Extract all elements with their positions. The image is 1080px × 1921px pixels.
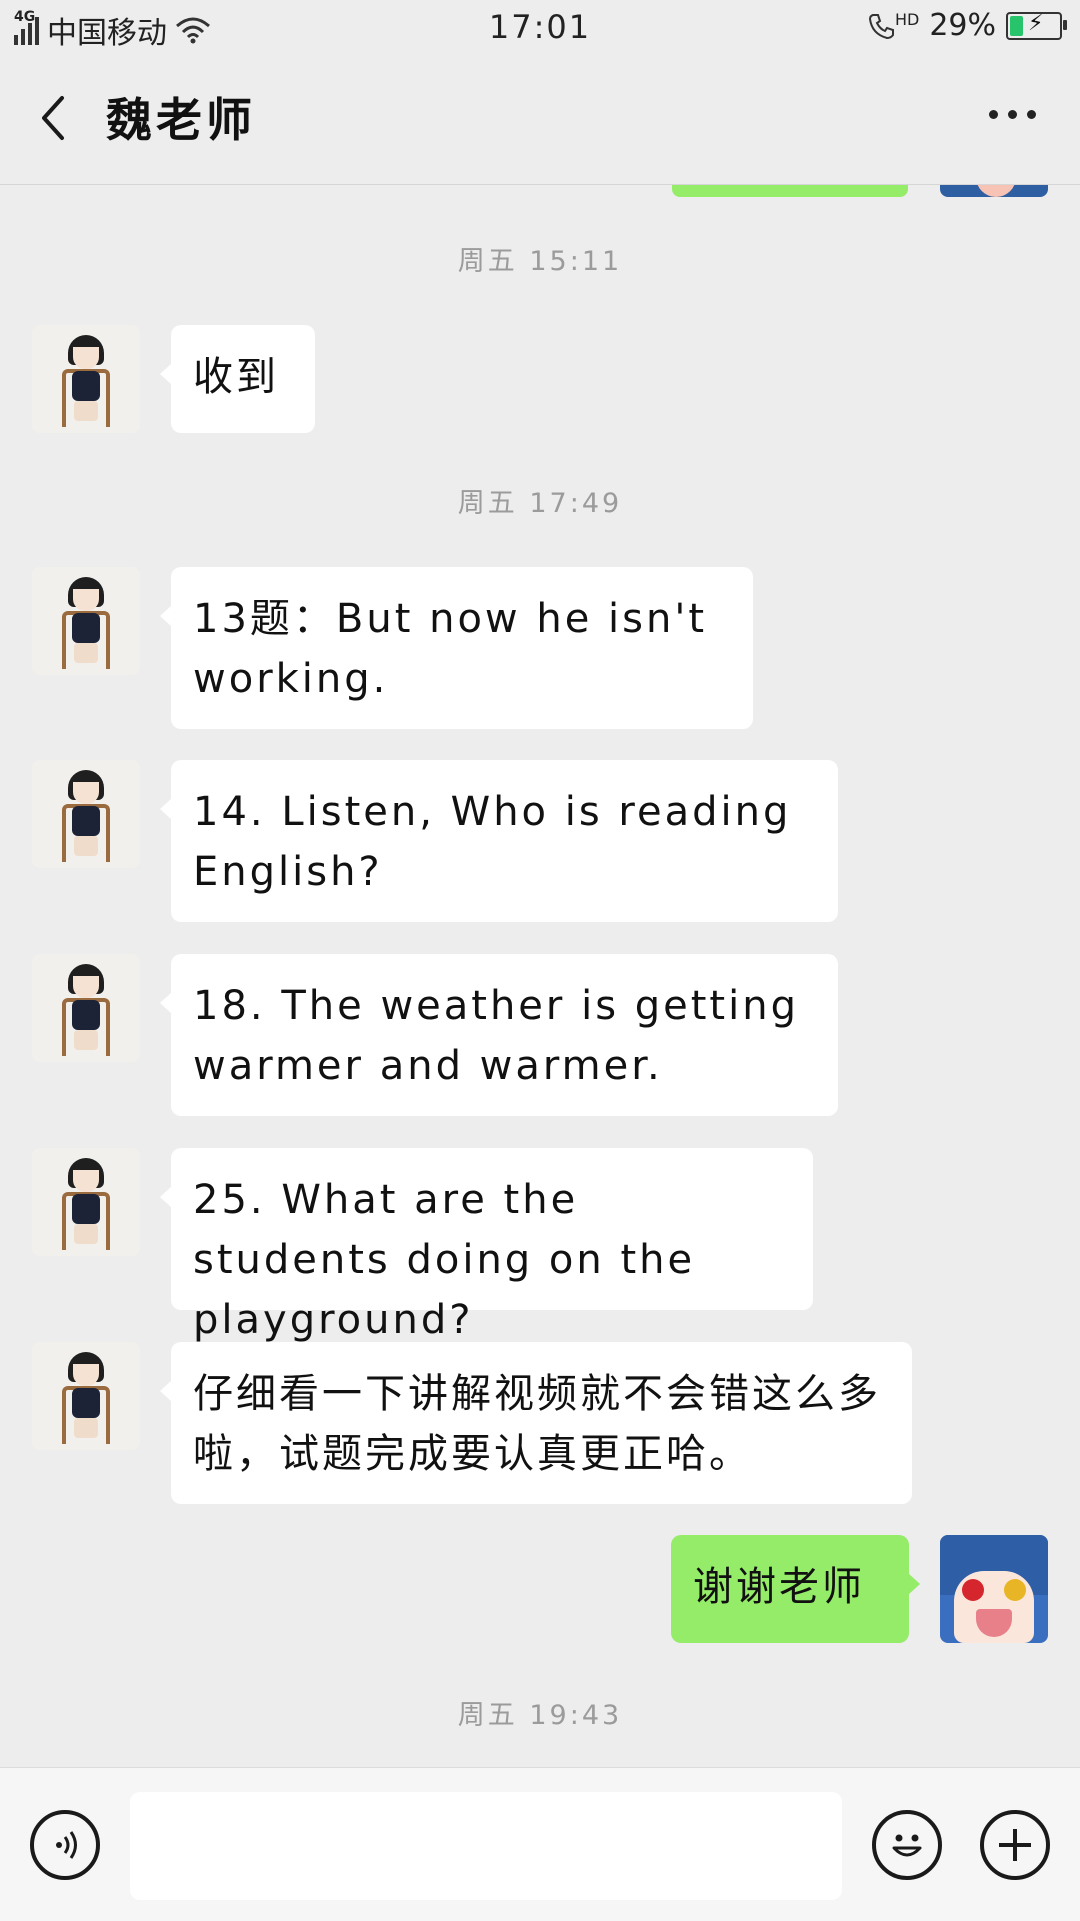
chat-header: 魏老师 — [0, 54, 1080, 185]
received-message[interactable]: 收到 — [160, 325, 315, 433]
partial-sent-bubble — [672, 185, 908, 197]
input-bar — [0, 1767, 1080, 1921]
status-bar: 4G 中国移动 17:01 HD 29% ⚡ — [0, 0, 1080, 54]
my-avatar[interactable] — [940, 1535, 1048, 1643]
partial-my-avatar — [940, 185, 1048, 197]
emoji-button[interactable] — [872, 1810, 942, 1880]
teacher-avatar[interactable] — [32, 567, 140, 675]
emoji-icon — [892, 1834, 922, 1857]
teacher-avatar[interactable] — [32, 954, 140, 1062]
voice-icon — [56, 1831, 77, 1859]
status-right: HD 29% ⚡ — [867, 8, 1067, 43]
timestamp: 周五 15:11 — [457, 246, 623, 277]
hd-label: HD — [894, 10, 920, 29]
message-list[interactable]: 周五 15:11 收到 周五 17:49 13题：But now he isn'… — [0, 185, 1080, 1767]
received-message[interactable]: 25. What are the students doing on the p… — [160, 1148, 813, 1343]
teacher-avatar[interactable] — [32, 1148, 140, 1256]
sent-message[interactable]: 谢谢老师 — [671, 1535, 920, 1643]
dot-icon — [1026, 109, 1036, 119]
timestamp: 周五 17:49 — [457, 488, 623, 519]
received-message[interactable]: 14. Listen, Who is reading English? — [160, 760, 838, 922]
teacher-avatar[interactable] — [32, 760, 140, 868]
more-options-button[interactable] — [982, 94, 1042, 134]
timestamp: 周五 19:43 — [457, 1700, 623, 1731]
chat-title: 魏老师 — [106, 93, 256, 147]
dot-icon — [988, 109, 998, 119]
teacher-avatar[interactable] — [32, 1342, 140, 1450]
plus-icon — [999, 1829, 1031, 1861]
message-input[interactable] — [130, 1792, 842, 1900]
teacher-avatar[interactable] — [32, 325, 140, 433]
dot-icon — [1007, 109, 1017, 119]
battery-percent: 29% — [929, 8, 996, 43]
received-message[interactable]: 18. The weather is getting warmer and wa… — [160, 954, 838, 1116]
more-functions-button[interactable] — [980, 1810, 1050, 1880]
received-message[interactable]: 仔细看一下讲解视频就不会错这么多啦，试题完成要认真更正哈。 — [160, 1342, 912, 1504]
battery-icon: ⚡ — [1006, 11, 1067, 40]
received-message[interactable]: 13题：But now he isn't working. — [160, 567, 753, 729]
back-button[interactable] — [28, 88, 78, 148]
voice-button[interactable] — [30, 1810, 100, 1880]
chevron-left-icon — [42, 96, 64, 140]
phone-icon — [868, 13, 894, 39]
